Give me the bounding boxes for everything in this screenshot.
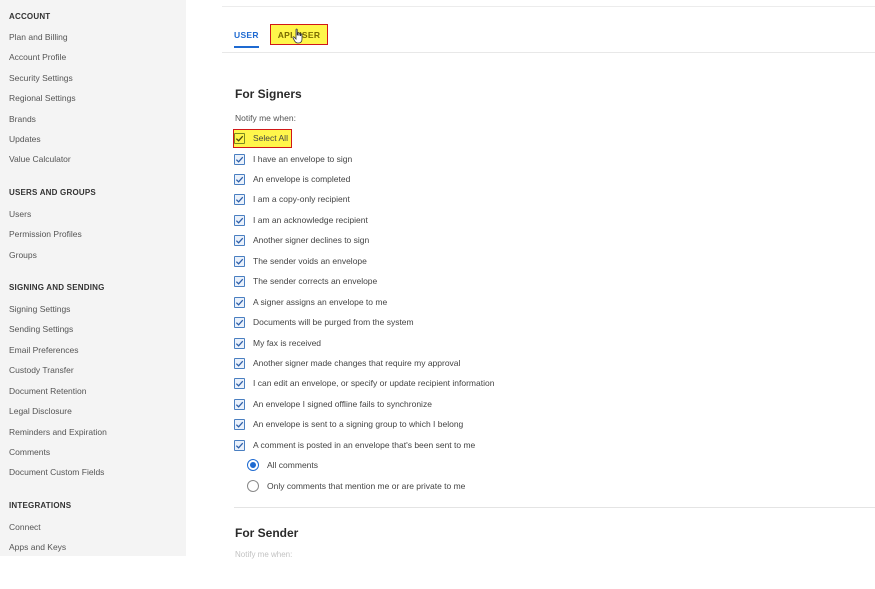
option-checkbox-fax-received[interactable]: My fax is received [234,336,321,350]
top-divider [222,6,875,7]
option-label: I have an envelope to sign [253,154,353,164]
checkbox-checked-icon [234,377,245,389]
sidebar-item-legal-disclosure[interactable]: Legal Disclosure [9,406,72,416]
settings-sidebar: ACCOUNT Plan and Billing Account Profile… [0,0,186,556]
option-label: I can edit an envelope, or specify or up… [253,378,495,388]
option-checkbox-signer-assigns[interactable]: A signer assigns an envelope to me [234,295,387,309]
radio-unselected-icon [247,480,259,492]
option-label: An envelope is sent to a signing group t… [253,419,464,429]
option-checkbox-envelope-to-sign[interactable]: I have an envelope to sign [234,152,352,166]
hand-cursor-icon [292,28,303,44]
sidebar-item-plan-and-billing[interactable]: Plan and Billing [9,32,68,42]
sidebar-item-email-preferences[interactable]: Email Preferences [9,345,78,355]
sidebar-item-value-calculator[interactable]: Value Calculator [9,154,71,164]
signers-heading: For Signers [235,87,302,101]
radio-selected-icon [247,459,259,471]
sidebar-item-groups[interactable]: Groups [9,250,37,260]
option-label: My fax is received [253,338,322,348]
option-label: The sender voids an envelope [253,256,367,266]
sidebar-section-account: ACCOUNT [9,12,51,21]
checkbox-checked-icon [234,214,245,226]
option-checkbox-documents-purged[interactable]: Documents will be purged from the system [234,315,414,329]
sidebar-item-connect[interactable]: Connect [9,522,41,532]
checkbox-checked-icon [234,193,245,205]
tab-user-active-indicator [234,46,259,48]
option-checkbox-envelope-completed[interactable]: An envelope is completed [234,172,350,186]
option-checkbox-sender-corrects[interactable]: The sender corrects an envelope [234,274,377,288]
radio-label: Only comments that mention me or are pri… [267,481,466,491]
option-checkbox-offline-sync-fails[interactable]: An envelope I signed offline fails to sy… [234,397,432,411]
checkbox-checked-icon [234,337,245,349]
option-checkbox-changes-require-approval[interactable]: Another signer made changes that require… [234,356,460,370]
option-label: Documents will be purged from the system [253,317,414,327]
option-checkbox-acknowledge-recipient[interactable]: I am an acknowledge recipient [234,213,368,227]
sidebar-item-reminders-and-expiration[interactable]: Reminders and Expiration [9,427,107,437]
sidebar-item-users[interactable]: Users [9,209,31,219]
sender-divider [234,507,875,508]
checkbox-checked-icon [234,418,245,430]
checkbox-checked-icon [234,173,245,185]
radio-label: All comments [267,460,319,470]
sidebar-section-signing-and-sending: SIGNING AND SENDING [9,283,105,292]
option-checkbox-edit-envelope[interactable]: I can edit an envelope, or specify or up… [234,376,494,390]
sidebar-item-apps-and-keys[interactable]: Apps and Keys [9,542,66,552]
option-label: A comment is posted in an envelope that'… [253,440,476,450]
checkbox-checked-icon [234,296,245,308]
option-label: Another signer declines to sign [253,235,370,245]
option-label: I am a copy-only recipient [253,194,350,204]
sidebar-item-account-profile[interactable]: Account Profile [9,52,66,62]
tab-user[interactable]: USER [234,30,259,40]
option-label: An envelope is completed [253,174,351,184]
radio-all-comments[interactable]: All comments [247,458,318,472]
sidebar-item-security-settings[interactable]: Security Settings [9,73,73,83]
checkbox-checked-icon [234,439,245,451]
checkbox-checked-icon [234,357,245,369]
sidebar-item-custody-transfer[interactable]: Custody Transfer [9,365,74,375]
sidebar-item-document-retention[interactable]: Document Retention [9,386,87,396]
select-all-label: Select All [253,133,288,143]
sidebar-item-permission-profiles[interactable]: Permission Profiles [9,229,82,239]
checkbox-checked-icon [234,316,245,328]
checkbox-checked-icon [234,275,245,287]
option-label: The sender corrects an envelope [253,276,378,286]
sidebar-item-signing-settings[interactable]: Signing Settings [9,304,70,314]
sender-notify-label: Notify me when: [235,550,293,559]
checkbox-checked-icon [234,398,245,410]
email-preferences-panel: USER API USER For Signers Notify me when… [222,0,875,559]
sidebar-item-sending-settings[interactable]: Sending Settings [9,324,73,334]
option-label: An envelope I signed offline fails to sy… [253,399,432,409]
option-checkbox-signing-group[interactable]: An envelope is sent to a signing group t… [234,417,463,431]
checkbox-checked-icon [234,234,245,246]
option-checkbox-sender-voids[interactable]: The sender voids an envelope [234,254,367,268]
sidebar-item-updates[interactable]: Updates [9,134,41,144]
sidebar-section-integrations: INTEGRATIONS [9,501,72,510]
option-label: I am an acknowledge recipient [253,215,368,225]
sender-heading: For Sender [235,526,299,540]
sidebar-item-brands[interactable]: Brands [9,114,36,124]
tabs-divider [222,52,875,53]
select-all-checkbox[interactable]: Select All [234,131,288,145]
sidebar-item-comments[interactable]: Comments [9,447,50,457]
option-label: Another signer made changes that require… [253,358,461,368]
sidebar-item-document-custom-fields[interactable]: Document Custom Fields [9,467,104,477]
radio-mention-comments[interactable]: Only comments that mention me or are pri… [247,479,465,493]
option-checkbox-comment-posted[interactable]: A comment is posted in an envelope that'… [234,438,475,452]
option-checkbox-signer-declines[interactable]: Another signer declines to sign [234,233,369,247]
sidebar-item-regional-settings[interactable]: Regional Settings [9,93,76,103]
sidebar-section-users-and-groups: USERS AND GROUPS [9,188,96,197]
signers-notify-label: Notify me when: [235,113,296,123]
option-checkbox-copy-only-recipient[interactable]: I am a copy-only recipient [234,192,350,206]
checkbox-checked-icon [234,255,245,267]
option-label: A signer assigns an envelope to me [253,297,388,307]
checkbox-checked-icon [234,153,245,165]
checkbox-checked-icon [234,132,245,144]
